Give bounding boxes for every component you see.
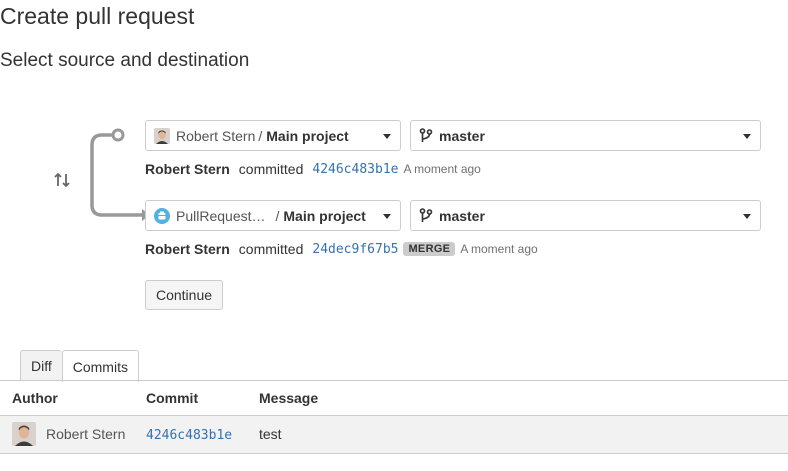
branch-icon xyxy=(419,207,433,222)
tab-diff[interactable]: Diff xyxy=(20,350,62,381)
continue-button[interactable]: Continue xyxy=(145,280,223,310)
commit-time: A moment ago xyxy=(460,242,538,256)
chevron-down-icon xyxy=(743,214,751,219)
user-avatar xyxy=(12,422,36,446)
row-author-name: Robert Stern xyxy=(46,426,126,442)
cell-message: test xyxy=(259,415,788,454)
destination-repo-owner: PullRequest… xyxy=(176,207,266,224)
tab-commits[interactable]: Commits xyxy=(61,350,139,382)
repo-avatar-icon xyxy=(154,207,170,224)
source-repo-owner: Robert Stern xyxy=(176,127,256,144)
view-tabs: Diff Commits xyxy=(20,350,139,382)
commit-hash-link[interactable]: 24dec9f67b5 xyxy=(312,242,398,257)
commit-message: test xyxy=(259,426,282,442)
commit-time: A moment ago xyxy=(403,162,481,176)
destination-branch-name: master xyxy=(439,207,485,224)
source-repo-select[interactable]: Robert Stern / Main project xyxy=(145,120,401,151)
repo-separator: / xyxy=(258,127,263,144)
column-header-message: Message xyxy=(259,381,788,416)
chevron-down-icon xyxy=(383,134,391,139)
destination-branch-select[interactable]: master xyxy=(410,200,761,231)
table-header-row: Author Commit Message xyxy=(0,381,788,416)
source-branch-name: master xyxy=(439,127,485,144)
section-title: Select source and destination xyxy=(0,50,250,71)
destination-repo-select[interactable]: PullRequest… / Main project xyxy=(145,200,401,231)
source-branch-select[interactable]: master xyxy=(410,120,761,151)
column-header-author: Author xyxy=(0,381,146,416)
commit-hash-link[interactable]: 4246c483b1e xyxy=(146,428,232,443)
table-row: Robert Stern 4246c483b1e test xyxy=(0,415,788,454)
swap-arrows-icon[interactable] xyxy=(52,170,72,190)
cell-author: Robert Stern xyxy=(0,415,146,454)
commit-verb: committed xyxy=(238,241,304,257)
repo-separator: / xyxy=(275,207,280,224)
destination-commit-info: Robert Stern committed 24dec9f67b5 MERGE… xyxy=(145,241,538,257)
merge-badge: MERGE xyxy=(403,242,456,256)
destination-repo-name: Main project xyxy=(283,207,366,224)
source-commit-info: Robert Stern committed 4246c483b1e A mom… xyxy=(145,161,481,177)
commit-hash-link[interactable]: 4246c483b1e xyxy=(312,162,398,177)
commit-verb: committed xyxy=(238,161,304,177)
chevron-down-icon xyxy=(743,134,751,139)
user-avatar xyxy=(154,127,170,144)
commit-author: Robert Stern xyxy=(145,241,230,257)
page-title: Create pull request xyxy=(0,3,195,29)
cell-commit: 4246c483b1e xyxy=(146,415,259,454)
branch-icon xyxy=(419,127,433,142)
commit-author: Robert Stern xyxy=(145,161,230,177)
commits-table: Author Commit Message Robert Stern 4246c… xyxy=(0,381,788,454)
source-destination-connector xyxy=(90,128,150,221)
chevron-down-icon xyxy=(383,214,391,219)
source-repo-name: Main project xyxy=(266,127,349,144)
column-header-commit: Commit xyxy=(146,381,259,416)
